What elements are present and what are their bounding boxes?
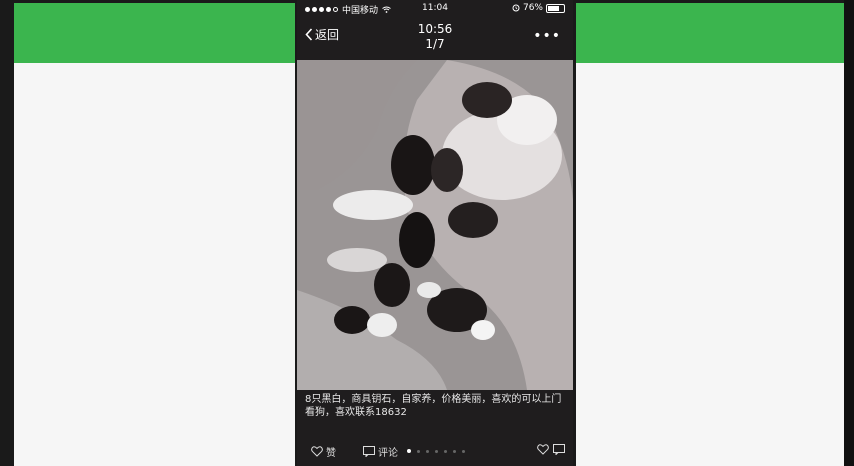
page-dot — [444, 450, 447, 453]
background-panel-left — [14, 3, 295, 466]
photo-time: 10:56 — [417, 22, 453, 36]
right-action-icons — [537, 444, 565, 455]
page-dot — [407, 449, 411, 453]
more-button[interactable]: ••• — [533, 28, 561, 44]
page-dot — [417, 450, 420, 453]
alarm-icon — [512, 4, 520, 12]
heart-icon[interactable] — [537, 444, 549, 455]
like-button[interactable]: 赞 — [311, 444, 336, 459]
kitten-photo-image — [297, 60, 573, 390]
photo-caption: 8只黑白，商具钥石，自家养，价格美丽，喜欢的可以上门看狗，喜欢联系18632 — [305, 394, 562, 418]
action-bar: 赞 评论 — [297, 440, 573, 464]
heart-icon — [311, 446, 323, 457]
green-header-right — [576, 3, 844, 63]
nav-title: 10:56 1/7 — [297, 22, 573, 52]
status-bar: 中国移动 11:04 76% — [297, 0, 573, 18]
photo-index: 1/7 — [425, 37, 445, 51]
background-panel-right — [576, 3, 844, 466]
page-indicator — [407, 449, 465, 453]
green-header-left — [14, 3, 295, 63]
right-edge — [844, 0, 854, 466]
battery-percent: 76% — [522, 3, 543, 13]
status-right: 76% — [512, 3, 565, 13]
page-dot — [453, 450, 456, 453]
battery-level — [548, 5, 559, 11]
comment-icon — [363, 446, 375, 457]
battery-icon — [546, 3, 565, 13]
comment-icon[interactable] — [553, 444, 565, 455]
phone-screen: 中国移动 11:04 76% 返回 10:56 1/7 ••• 8只黑白，商具钥… — [297, 0, 573, 466]
kitten-photo[interactable] — [297, 60, 573, 390]
like-label: 赞 — [326, 448, 336, 459]
page-dot — [426, 450, 429, 453]
page-dot — [462, 450, 465, 453]
comment-label: 评论 — [378, 448, 398, 459]
nav-bar: 返回 10:56 1/7 ••• — [297, 18, 573, 58]
page-dot — [435, 450, 438, 453]
comment-button[interactable]: 评论 — [363, 444, 398, 459]
